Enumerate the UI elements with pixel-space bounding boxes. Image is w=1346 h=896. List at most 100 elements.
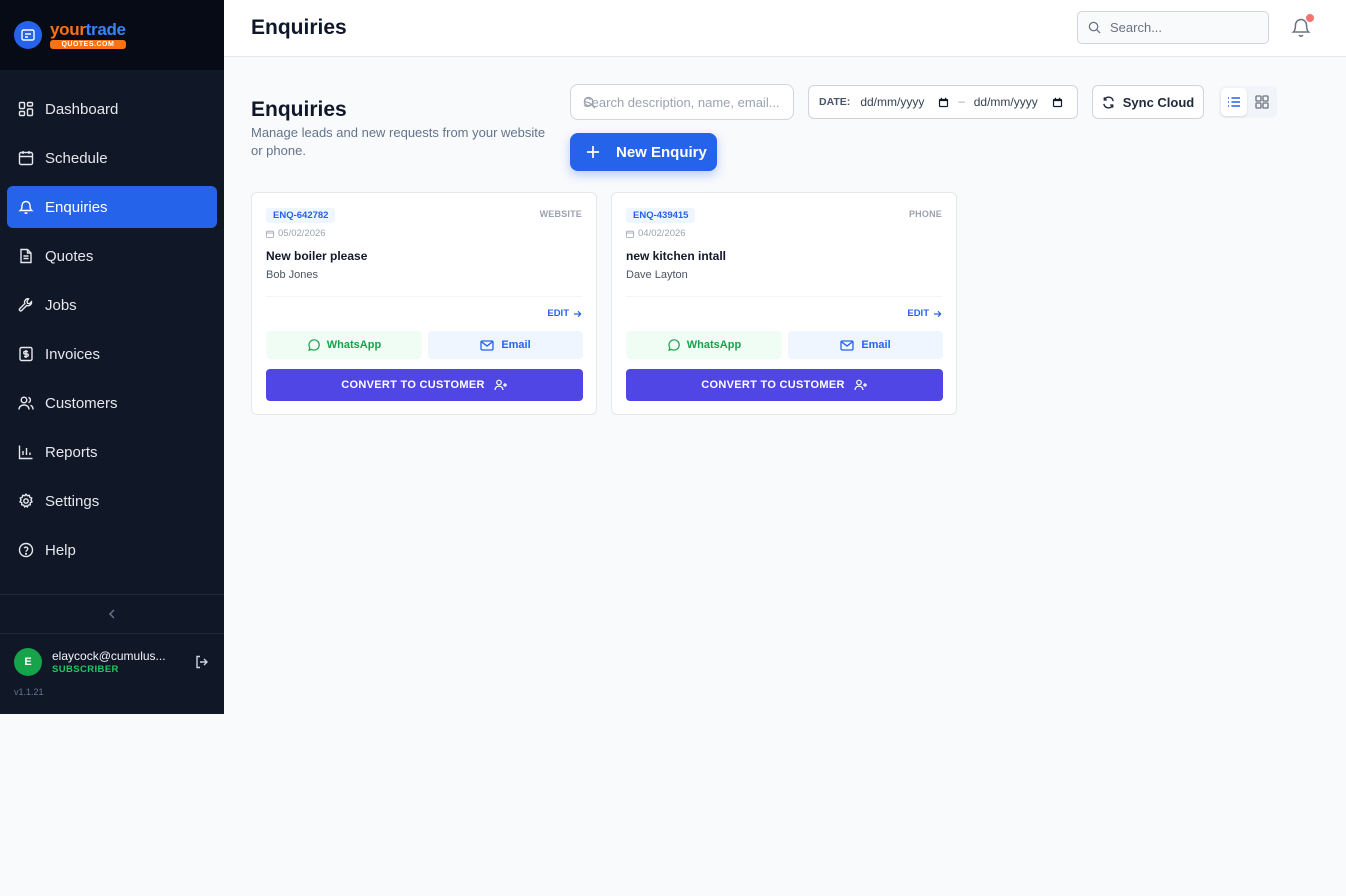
enquiry-search[interactable] xyxy=(570,84,794,120)
email-label: Email xyxy=(861,339,891,351)
sidebar-item-label: Dashboard xyxy=(45,100,119,118)
enquiry-card: ENQ-439415 PHONE 04/02/2026 new kitchen … xyxy=(611,192,957,415)
sidebar-item-dashboard[interactable]: Dashboard xyxy=(7,88,217,130)
calendar-icon xyxy=(266,230,274,238)
whatsapp-label: WhatsApp xyxy=(686,339,742,351)
sidebar-item-label: Jobs xyxy=(45,296,77,314)
sidebar: yourtrade QUOTES.COM Dashboard Schedule … xyxy=(0,0,224,714)
calendar-icon[interactable] xyxy=(1052,97,1063,108)
notification-badge xyxy=(1306,14,1314,22)
enquiry-contact-name: Bob Jones xyxy=(266,269,318,281)
sidebar-item-label: Schedule xyxy=(45,149,108,167)
dashboard-icon xyxy=(18,101,34,117)
calendar-icon[interactable] xyxy=(938,97,949,108)
convert-label: CONVERT TO CUSTOMER xyxy=(341,379,485,391)
sidebar-item-customers[interactable]: Customers xyxy=(7,382,217,424)
users-icon xyxy=(18,396,34,410)
logo-icon xyxy=(14,21,42,49)
sidebar-item-label: Quotes xyxy=(45,247,94,265)
enquiry-source: PHONE xyxy=(908,209,942,219)
user-plus-icon xyxy=(854,379,867,391)
convert-to-customer-button[interactable]: CONVERT TO CUSTOMER xyxy=(626,369,943,401)
enquiry-contact-name: Dave Layton xyxy=(626,269,688,281)
avatar: E xyxy=(14,648,42,676)
document-icon xyxy=(20,248,32,264)
sidebar-item-label: Reports xyxy=(45,443,98,461)
date-to-value: dd/mm/yyyy xyxy=(973,95,1038,109)
search-icon xyxy=(1088,21,1101,34)
enquiry-card: ENQ-642782 WEBSITE 05/02/2026 New boiler… xyxy=(251,192,597,415)
sidebar-item-jobs[interactable]: Jobs xyxy=(7,284,217,326)
search-icon xyxy=(583,96,596,109)
enquiry-search-input[interactable] xyxy=(583,94,783,110)
plus-icon xyxy=(587,146,599,158)
grid-view-button[interactable] xyxy=(1249,88,1275,116)
enquiry-id-badge: ENQ-642782 xyxy=(266,208,336,223)
whatsapp-button[interactable]: WhatsApp xyxy=(626,331,782,359)
mail-icon xyxy=(840,339,854,351)
whatsapp-icon xyxy=(667,338,680,351)
date-from-input[interactable]: dd/mm/yyyy xyxy=(860,95,949,109)
edit-enquiry-link[interactable]: EDIT xyxy=(907,308,942,319)
divider xyxy=(626,296,942,297)
whatsapp-icon xyxy=(307,338,320,351)
user-plus-icon xyxy=(494,379,507,391)
global-search[interactable] xyxy=(1077,11,1269,44)
list-view-button[interactable] xyxy=(1221,88,1247,116)
sidebar-item-schedule[interactable]: Schedule xyxy=(7,137,217,179)
edit-enquiry-link[interactable]: EDIT xyxy=(547,308,582,319)
whatsapp-button[interactable]: WhatsApp xyxy=(266,331,422,359)
enquiry-title: New boiler please xyxy=(266,249,368,263)
user-email: elaycock@cumulus... xyxy=(52,649,166,664)
sidebar-item-label: Customers xyxy=(45,394,118,412)
app-version: v1.1.21 xyxy=(14,687,44,697)
gear-icon xyxy=(19,493,33,508)
edit-label: EDIT xyxy=(907,308,929,319)
sync-cloud-button[interactable]: Sync Cloud xyxy=(1092,85,1204,119)
sidebar-nav: Dashboard Schedule Enquiries Quotes Jobs… xyxy=(0,70,224,571)
bar-chart-icon xyxy=(18,445,33,460)
divider xyxy=(266,296,582,297)
brand-logo[interactable]: yourtrade QUOTES.COM xyxy=(0,0,224,70)
email-button[interactable]: Email xyxy=(788,331,943,359)
list-icon xyxy=(1228,97,1240,107)
header-title: Enquiries xyxy=(251,16,347,39)
calendar-icon xyxy=(626,230,634,238)
wrench-icon xyxy=(18,298,33,312)
enquiry-date-value: 04/02/2026 xyxy=(638,228,686,239)
help-icon xyxy=(18,542,34,558)
date-range-separator: – xyxy=(958,96,965,108)
enquiry-id-badge: ENQ-439415 xyxy=(626,208,696,223)
sidebar-item-label: Settings xyxy=(45,492,100,510)
brand-wordmark: yourtrade xyxy=(50,20,126,39)
page-title: Enquiries xyxy=(251,98,347,121)
sidebar-item-label: Invoices xyxy=(45,345,101,363)
sidebar-item-help[interactable]: Help xyxy=(7,529,217,571)
enquiry-date: 04/02/2026 xyxy=(626,228,686,239)
sidebar-item-quotes[interactable]: Quotes xyxy=(7,235,217,277)
arrow-right-icon xyxy=(934,310,942,317)
sidebar-item-enquiries[interactable]: Enquiries xyxy=(7,186,217,228)
global-search-input[interactable] xyxy=(1110,20,1250,35)
enquiry-date: 05/02/2026 xyxy=(266,228,326,239)
email-button[interactable]: Email xyxy=(428,331,583,359)
enquiry-title: new kitchen intall xyxy=(626,249,727,263)
date-range-filter: DATE: dd/mm/yyyy – dd/mm/yyyy xyxy=(808,85,1078,119)
email-label: Email xyxy=(501,339,531,351)
sidebar-item-invoices[interactable]: Invoices xyxy=(7,333,217,375)
convert-to-customer-button[interactable]: CONVERT TO CUSTOMER xyxy=(266,369,583,401)
collapse-sidebar-button[interactable] xyxy=(0,594,224,634)
date-filter-label: DATE: xyxy=(819,96,851,108)
sidebar-item-settings[interactable]: Settings xyxy=(7,480,217,522)
user-profile: E elaycock@cumulus... SUBSCRIBER xyxy=(14,647,210,677)
edit-label: EDIT xyxy=(547,308,569,319)
enquiry-source: WEBSITE xyxy=(539,209,582,219)
date-to-input[interactable]: dd/mm/yyyy xyxy=(974,95,1063,109)
enquiry-date-value: 05/02/2026 xyxy=(278,228,326,239)
bell-icon xyxy=(18,200,34,214)
sync-cloud-label: Sync Cloud xyxy=(1122,94,1195,110)
new-enquiry-label: New Enquiry xyxy=(616,143,707,161)
logout-icon[interactable] xyxy=(194,654,210,670)
new-enquiry-button[interactable]: New Enquiry xyxy=(570,133,717,171)
sidebar-item-reports[interactable]: Reports xyxy=(7,431,217,473)
